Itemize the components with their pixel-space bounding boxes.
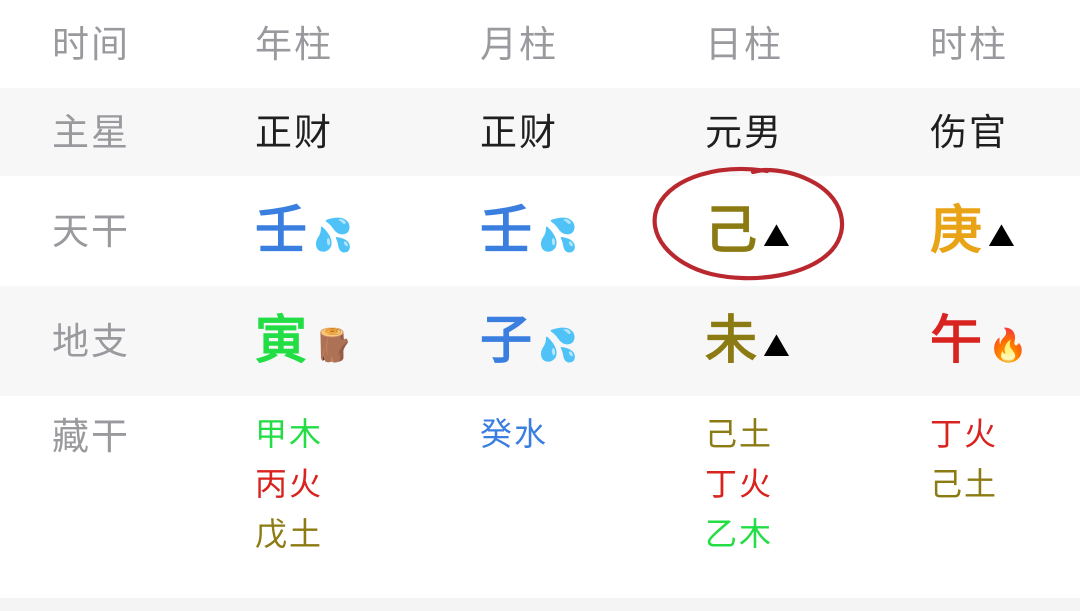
heavenly-stem-month-value: 壬 <box>480 202 533 260</box>
hidden-stems-day-list: 己土 丁火 乙木 <box>705 418 773 550</box>
row-label-main-star: 主星 <box>52 111 130 153</box>
table-row-main-star: 主星 正财 正财 元男 伤官 <box>0 88 1080 176</box>
water-droplets-icon: 💦 <box>313 217 353 253</box>
main-star-month-cell: 正财 <box>480 114 705 151</box>
water-droplets-icon: 💦 <box>538 217 578 253</box>
table-row-hidden-stems: 藏干 甲木 丙火 戊土 癸水 己土 丁火 乙木 丁火 己土 <box>0 396 1080 574</box>
column-header-day-label: 日柱 <box>705 23 783 65</box>
heavenly-stem-day-glyph-group: 己 ⛰ <box>705 205 790 257</box>
hidden-stems-month-cell: 癸水 <box>480 396 705 450</box>
column-header-year-label: 年柱 <box>255 23 333 65</box>
row-label-earthly-branch: 地支 <box>52 320 130 362</box>
water-droplets-icon: 💦 <box>538 327 578 363</box>
heavenly-stem-month-glyph-group: 壬 💦 <box>480 205 578 257</box>
main-star-month-value: 正财 <box>480 111 558 153</box>
earthly-branch-day-glyph-group: 未 ⛰ <box>705 315 790 367</box>
table-header-row: 时间 年柱 月柱 日柱 时柱 <box>0 0 1080 88</box>
earthly-branch-year-glyph-group: 寅 🪵 <box>255 315 353 367</box>
list-item: 甲木 <box>255 416 324 452</box>
hidden-stems-month-list: 癸水 <box>480 418 548 450</box>
main-star-hour-value: 伤官 <box>930 111 1008 153</box>
heavenly-stem-day-value: 己 <box>705 202 758 260</box>
heavenly-stem-year-value: 壬 <box>255 202 308 260</box>
earth-mountain-icon: ⛰ <box>763 327 790 363</box>
heavenly-stem-month-cell: 壬 💦 <box>480 205 705 257</box>
row-label-cell-earthly-branch: 地支 <box>0 323 255 360</box>
list-item: 癸水 <box>480 416 549 452</box>
list-item: 乙木 <box>705 516 774 552</box>
earthly-branch-month-glyph-group: 子 💦 <box>480 315 578 367</box>
column-header-hour-label: 时柱 <box>930 23 1008 65</box>
earth-mountain-icon: ⛰ <box>763 217 790 253</box>
list-item: 己土 <box>930 466 999 502</box>
earthly-branch-day-value: 未 <box>705 312 758 370</box>
hidden-stems-hour-cell: 丁火 己土 <box>930 396 1080 500</box>
metal-gold-icon: ⛰ <box>988 217 1015 253</box>
row-label-hidden-stems: 藏干 <box>52 416 130 457</box>
earthly-branch-hour-cell: 午 🔥 <box>930 315 1080 367</box>
row-label-heavenly-stem: 天干 <box>52 210 130 252</box>
table-row-earthly-branch: 地支 寅 🪵 子 💦 未 ⛰ 午 🔥 <box>0 286 1080 396</box>
row-label-cell-main-star: 主星 <box>0 114 255 151</box>
heavenly-stem-hour-cell: 庚 ⛰ <box>930 205 1080 257</box>
list-item: 丙火 <box>255 466 324 502</box>
heavenly-stem-year-glyph-group: 壬 💦 <box>255 205 353 257</box>
list-item: 丁火 <box>705 466 774 502</box>
column-header-year: 年柱 <box>255 26 480 63</box>
main-star-day-value: 元男 <box>705 111 783 153</box>
column-header-month: 月柱 <box>480 26 705 63</box>
footer-divider-band <box>0 598 1080 611</box>
earthly-branch-year-value: 寅 <box>255 312 308 370</box>
earthly-branch-month-cell: 子 💦 <box>480 315 705 367</box>
earthly-branch-year-cell: 寅 🪵 <box>255 315 480 367</box>
row-label-cell-heavenly-stem: 天干 <box>0 213 255 250</box>
main-star-hour-cell: 伤官 <box>930 114 1080 151</box>
table-row-heavenly-stem: 天干 壬 💦 壬 💦 己 ⛰ 庚 ⛰ <box>0 176 1080 286</box>
hidden-stems-day-cell: 己土 丁火 乙木 <box>705 396 930 550</box>
list-item: 己土 <box>705 416 774 452</box>
main-star-day-cell: 元男 <box>705 114 930 151</box>
heavenly-stem-year-cell: 壬 💦 <box>255 205 480 257</box>
heavenly-stem-hour-value: 庚 <box>930 202 983 260</box>
fire-icon: 🔥 <box>988 327 1028 363</box>
hidden-stems-hour-list: 丁火 己土 <box>930 418 998 500</box>
header-row-label-cell: 时间 <box>0 26 255 63</box>
list-item: 戊土 <box>255 516 324 552</box>
row-label-cell-hidden-stems: 藏干 <box>0 396 255 455</box>
column-header-month-label: 月柱 <box>480 23 558 65</box>
earthly-branch-hour-glyph-group: 午 🔥 <box>930 315 1028 367</box>
bazi-chart-table: 时间 年柱 月柱 日柱 时柱 主星 正财 正财 元男 伤官 天干 壬 💦 壬 💦… <box>0 0 1080 611</box>
main-star-year-cell: 正财 <box>255 114 480 151</box>
earthly-branch-month-value: 子 <box>480 312 533 370</box>
header-label-time: 时间 <box>52 23 130 65</box>
heavenly-stem-day-cell: 己 ⛰ <box>705 205 930 257</box>
heavenly-stem-hour-glyph-group: 庚 ⛰ <box>930 205 1015 257</box>
column-header-hour: 时柱 <box>930 26 1080 63</box>
column-header-day: 日柱 <box>705 26 930 63</box>
hidden-stems-year-list: 甲木 丙火 戊土 <box>255 418 323 550</box>
wood-log-icon: 🪵 <box>313 327 353 363</box>
earthly-branch-hour-value: 午 <box>930 312 983 370</box>
hidden-stems-year-cell: 甲木 丙火 戊土 <box>255 396 480 550</box>
list-item: 丁火 <box>930 416 999 452</box>
main-star-year-value: 正财 <box>255 111 333 153</box>
earthly-branch-day-cell: 未 ⛰ <box>705 315 930 367</box>
